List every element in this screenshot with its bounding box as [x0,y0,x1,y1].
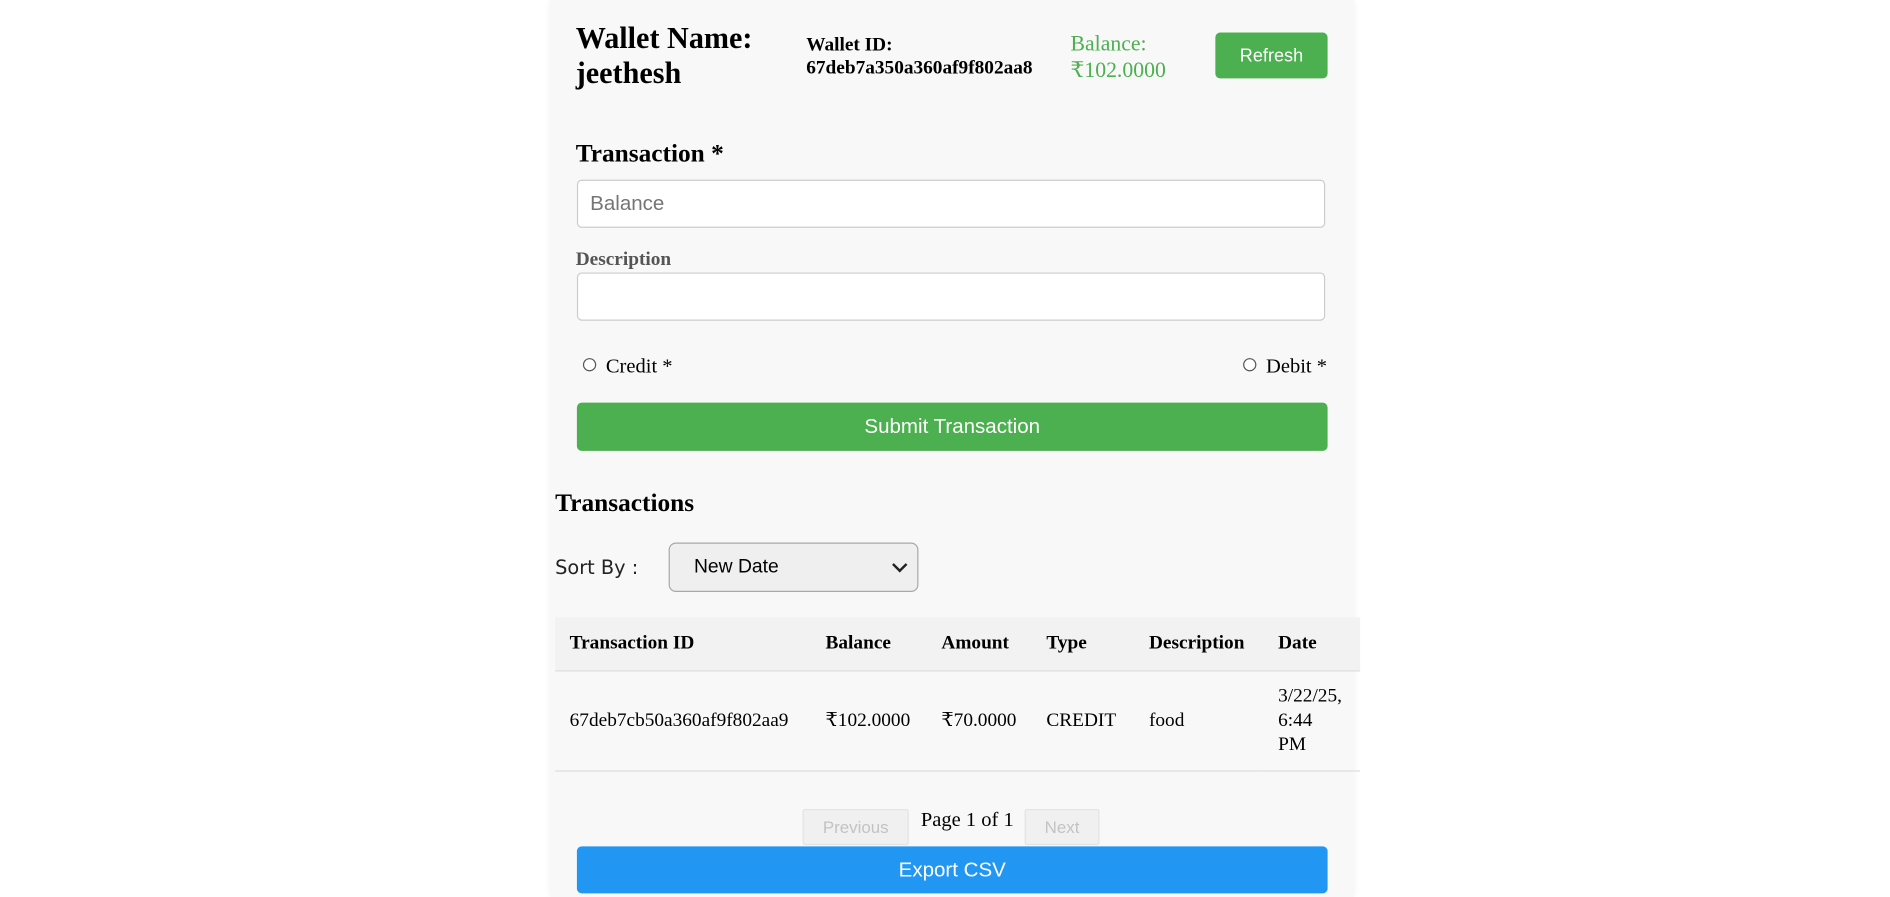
cell-amount: ₹70.0000 [926,670,1032,772]
page-info: Page 1 of 1 [920,807,1014,831]
transactions-title: Transactions [555,488,695,518]
column-header-balance: Balance [811,617,927,672]
time-part: 6:44 [1278,710,1313,731]
debit-option[interactable]: Debit * [1243,354,1327,378]
cell-description: food [1134,670,1264,772]
column-header-type: Type [1031,617,1135,672]
cell-balance: ₹102.0000 [811,670,927,772]
chevron-down-icon [892,557,908,573]
table-header-row: Transaction ID Balance Amount Type Descr… [555,617,1361,672]
amount-input[interactable] [576,179,1326,228]
credit-option[interactable]: Credit * [582,354,673,378]
date-part: 3/22/25, [1278,685,1342,707]
next-page-button[interactable]: Next [1024,808,1100,846]
wallet-name-label: Wallet Name: [575,22,753,56]
wallet-id-value: 67deb7a350a360af9f802aa8 [806,57,1033,79]
balance-value: ₹102.0000 [1070,57,1166,82]
column-header-transaction-id: Transaction ID [555,617,812,672]
sort-selected-value: New Date [693,556,779,577]
wallet-id-label: Wallet ID: [806,34,893,56]
wallet-id: Wallet ID: 67deb7a350a360af9f802aa8 [806,34,1032,80]
debit-label: Debit * [1266,354,1328,378]
description-input[interactable] [576,272,1326,321]
transactions-table: Transaction ID Balance Amount Type Descr… [555,617,1361,772]
wallet-name: Wallet Name: jeethesh [576,22,753,92]
previous-page-button[interactable]: Previous [802,808,909,846]
sort-select[interactable]: New Date [668,542,919,592]
wallet-balance: Balance: ₹102.0000 [1071,30,1166,83]
refresh-button[interactable]: Refresh [1215,32,1328,79]
export-csv-button[interactable]: Export CSV [576,846,1328,894]
column-header-date: Date [1263,617,1361,672]
page: Wallet Name: jeethesh Wallet ID: 67deb7a… [0,0,1890,897]
cell-type: CREDIT [1031,670,1135,772]
wallet-panel: Wallet Name: jeethesh Wallet ID: 67deb7a… [550,0,1361,897]
wallet-name-value: jeethesh [575,57,682,91]
description-label: Description [575,249,672,271]
debit-radio[interactable] [1243,357,1257,371]
column-header-amount: Amount [926,617,1032,672]
transaction-label: Transaction * [575,138,724,168]
balance-label: Balance: [1070,31,1147,56]
cell-date: 3/22/25, 6:44 PM [1263,670,1361,772]
credit-label: Credit * [605,354,673,378]
sort-by-label: Sort By : [555,555,639,579]
table-row: 67deb7cb50a360af9f802aa9 ₹102.0000 ₹70.0… [555,670,1361,772]
credit-radio[interactable] [582,357,597,371]
submit-transaction-button[interactable]: Submit Transaction [576,402,1328,451]
column-header-description: Description [1134,617,1264,672]
cell-transaction-id: 67deb7cb50a360af9f802aa9 [555,670,812,772]
meridiem-part: PM [1278,734,1307,755]
